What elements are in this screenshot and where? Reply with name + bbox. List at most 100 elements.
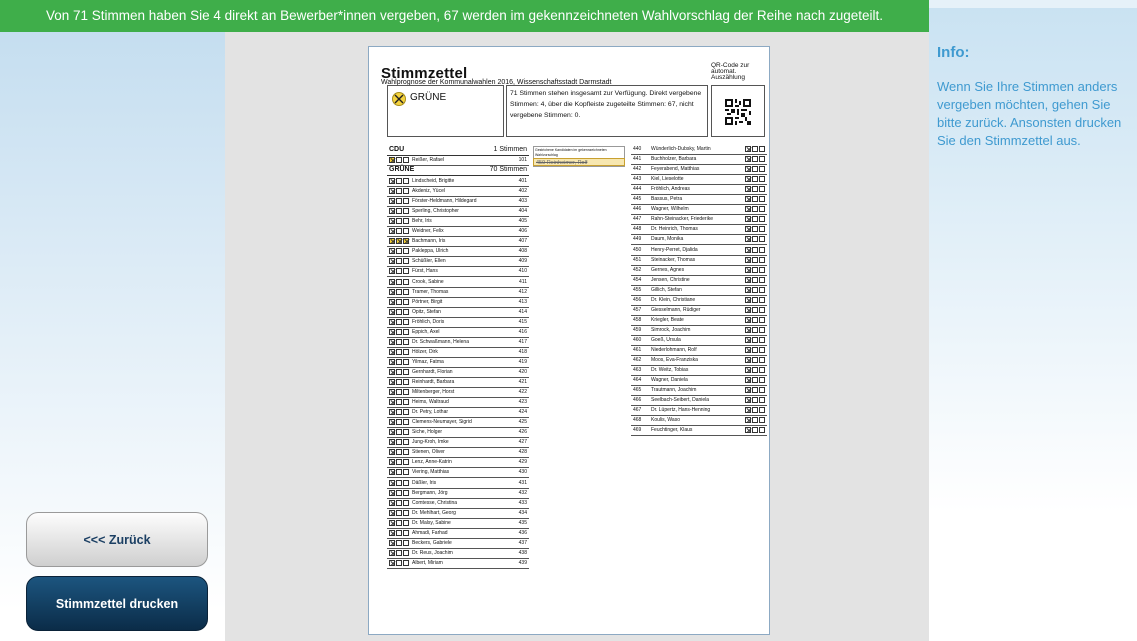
vote-box-empty (403, 368, 409, 375)
vote-box-crossed (389, 379, 395, 385)
vote-box-empty (403, 188, 409, 195)
vote-box-empty (403, 519, 409, 526)
candidate-number: 416 (518, 328, 527, 335)
candidate-row: Fröhlich, Andreas 444 (631, 185, 767, 196)
candidate-row: Stienen, Oliver 428 (387, 448, 529, 459)
print-ballot-button[interactable]: Stimmzettel drucken (26, 576, 208, 631)
candidate-name: Däßler, Iris (412, 479, 437, 486)
vote-box-crossed (745, 367, 751, 374)
candidate-number: 445 (633, 196, 642, 203)
vote-checkboxes (389, 379, 409, 385)
candidate-row: Jung-Kroh, Imke 427 (387, 438, 529, 449)
vote-checkboxes (389, 178, 409, 184)
vote-box-empty (752, 246, 758, 253)
vote-box-empty (396, 198, 402, 205)
candidate-name: Dr. Mehlhart, Georg (412, 509, 456, 516)
candidate-row: Wagner, Daniela 464 (631, 376, 767, 387)
candidate-number: 433 (518, 499, 527, 506)
candidate-name: Daum, Monika (651, 236, 684, 243)
vote-box-crossed (745, 347, 751, 353)
vote-box-empty (759, 176, 765, 183)
candidate-number: 101 (518, 157, 527, 163)
candidate-row: Dr. Petry, Lothar 424 (387, 408, 529, 419)
vote-box-empty (396, 328, 402, 335)
party-cross-mark-icon (392, 92, 406, 106)
candidate-number: 430 (518, 469, 527, 476)
candidate-row: Dr. Heinrich, Thomas 448 (631, 225, 767, 236)
vote-box-empty (759, 166, 765, 173)
candidate-number: 413 (518, 298, 527, 305)
candidate-name: Wagner, Daniela (651, 377, 688, 384)
candidate-name: Pörtner, Birgit (412, 298, 443, 305)
vote-box-crossed (745, 357, 751, 364)
vote-box-empty (396, 218, 402, 225)
candidate-row: Seelbach-Seibert, Daniela 466 (631, 396, 767, 407)
candidate-name: Koulis, Waso (651, 417, 680, 424)
vote-checkboxes (745, 286, 765, 293)
candidate-name: Trautmann, Joachim (651, 387, 697, 394)
vote-box-empty (403, 429, 409, 436)
vote-box-crossed (745, 296, 751, 303)
candidate-name: Dr. Petry, Lothar (412, 409, 449, 416)
vote-checkboxes (745, 347, 765, 353)
vote-checkboxes (745, 266, 765, 273)
vote-checkboxes (745, 417, 765, 424)
candidate-row: Hölzer, Dirk 418 (387, 348, 529, 358)
vote-checkboxes (389, 228, 409, 235)
vote-checkboxes (389, 469, 409, 476)
candidate-name: Stienen, Oliver (412, 449, 445, 456)
candidate-number: 420 (518, 368, 527, 375)
vote-box-checked (396, 238, 402, 245)
vote-box-empty (759, 427, 765, 434)
candidate-row: Jensen, Christine 454 (631, 276, 767, 286)
candidate-number: 439 (518, 559, 527, 566)
candidate-number: 417 (518, 338, 527, 345)
candidate-name: Dr. Klein, Christiane (651, 296, 696, 303)
candidate-number: 436 (518, 529, 527, 536)
candidate-name: Lenz, Anne-Katrin (412, 459, 452, 466)
candidate-name: Dr. Schwaßmann, Helena (412, 338, 469, 345)
vote-box-empty (759, 316, 765, 323)
candidate-name: Dr. Heinrich, Thomas (651, 226, 698, 233)
vote-box-empty (759, 347, 765, 353)
vote-box-empty (759, 306, 765, 313)
candidate-name: Rahn-Steinacker, Friederike (651, 216, 713, 223)
candidate-number: 455 (633, 286, 642, 293)
vote-box-crossed (745, 326, 751, 333)
candidate-number: 440 (633, 146, 642, 152)
vote-box-empty (403, 559, 409, 566)
candidate-row: Comtesse, Christina 433 (387, 499, 529, 509)
vote-box-crossed (389, 298, 395, 305)
candidate-number: 438 (518, 549, 527, 556)
vote-box-crossed (745, 246, 751, 253)
vote-box-empty (403, 399, 409, 406)
candidate-number: 427 (518, 439, 527, 446)
vote-box-empty (759, 246, 765, 253)
vote-box-crossed (389, 208, 395, 215)
vote-box-empty (403, 469, 409, 476)
vote-box-checked (389, 238, 395, 245)
vote-checkboxes (389, 157, 409, 163)
candidate-number: 412 (518, 288, 527, 295)
vote-checkboxes (389, 218, 409, 225)
vote-box-empty (396, 419, 402, 426)
vote-box-empty (396, 358, 402, 365)
candidate-name: Opitz, Stefan (412, 308, 441, 315)
vote-box-empty (396, 188, 402, 195)
vote-box-empty (396, 499, 402, 506)
vote-checkboxes (745, 336, 765, 343)
vote-box-empty (752, 186, 758, 193)
vote-box-crossed (745, 336, 751, 343)
candidate-row: Kiel, Lieselotte 443 (631, 175, 767, 186)
vote-box-empty (403, 218, 409, 225)
candidate-row: Gernes, Agnes 452 (631, 266, 767, 276)
group-party-name: GRÜNE (389, 166, 415, 173)
vote-box-empty (396, 308, 402, 315)
vote-box-crossed (745, 166, 751, 173)
candidate-number: 464 (633, 377, 642, 384)
back-button[interactable]: <<< Zurück (26, 512, 208, 567)
candidate-row: Clemens-Neumayer, Sigrid 425 (387, 418, 529, 429)
vote-box-empty (752, 256, 758, 263)
vote-box-checked (403, 238, 409, 245)
vote-box-empty (759, 186, 765, 193)
